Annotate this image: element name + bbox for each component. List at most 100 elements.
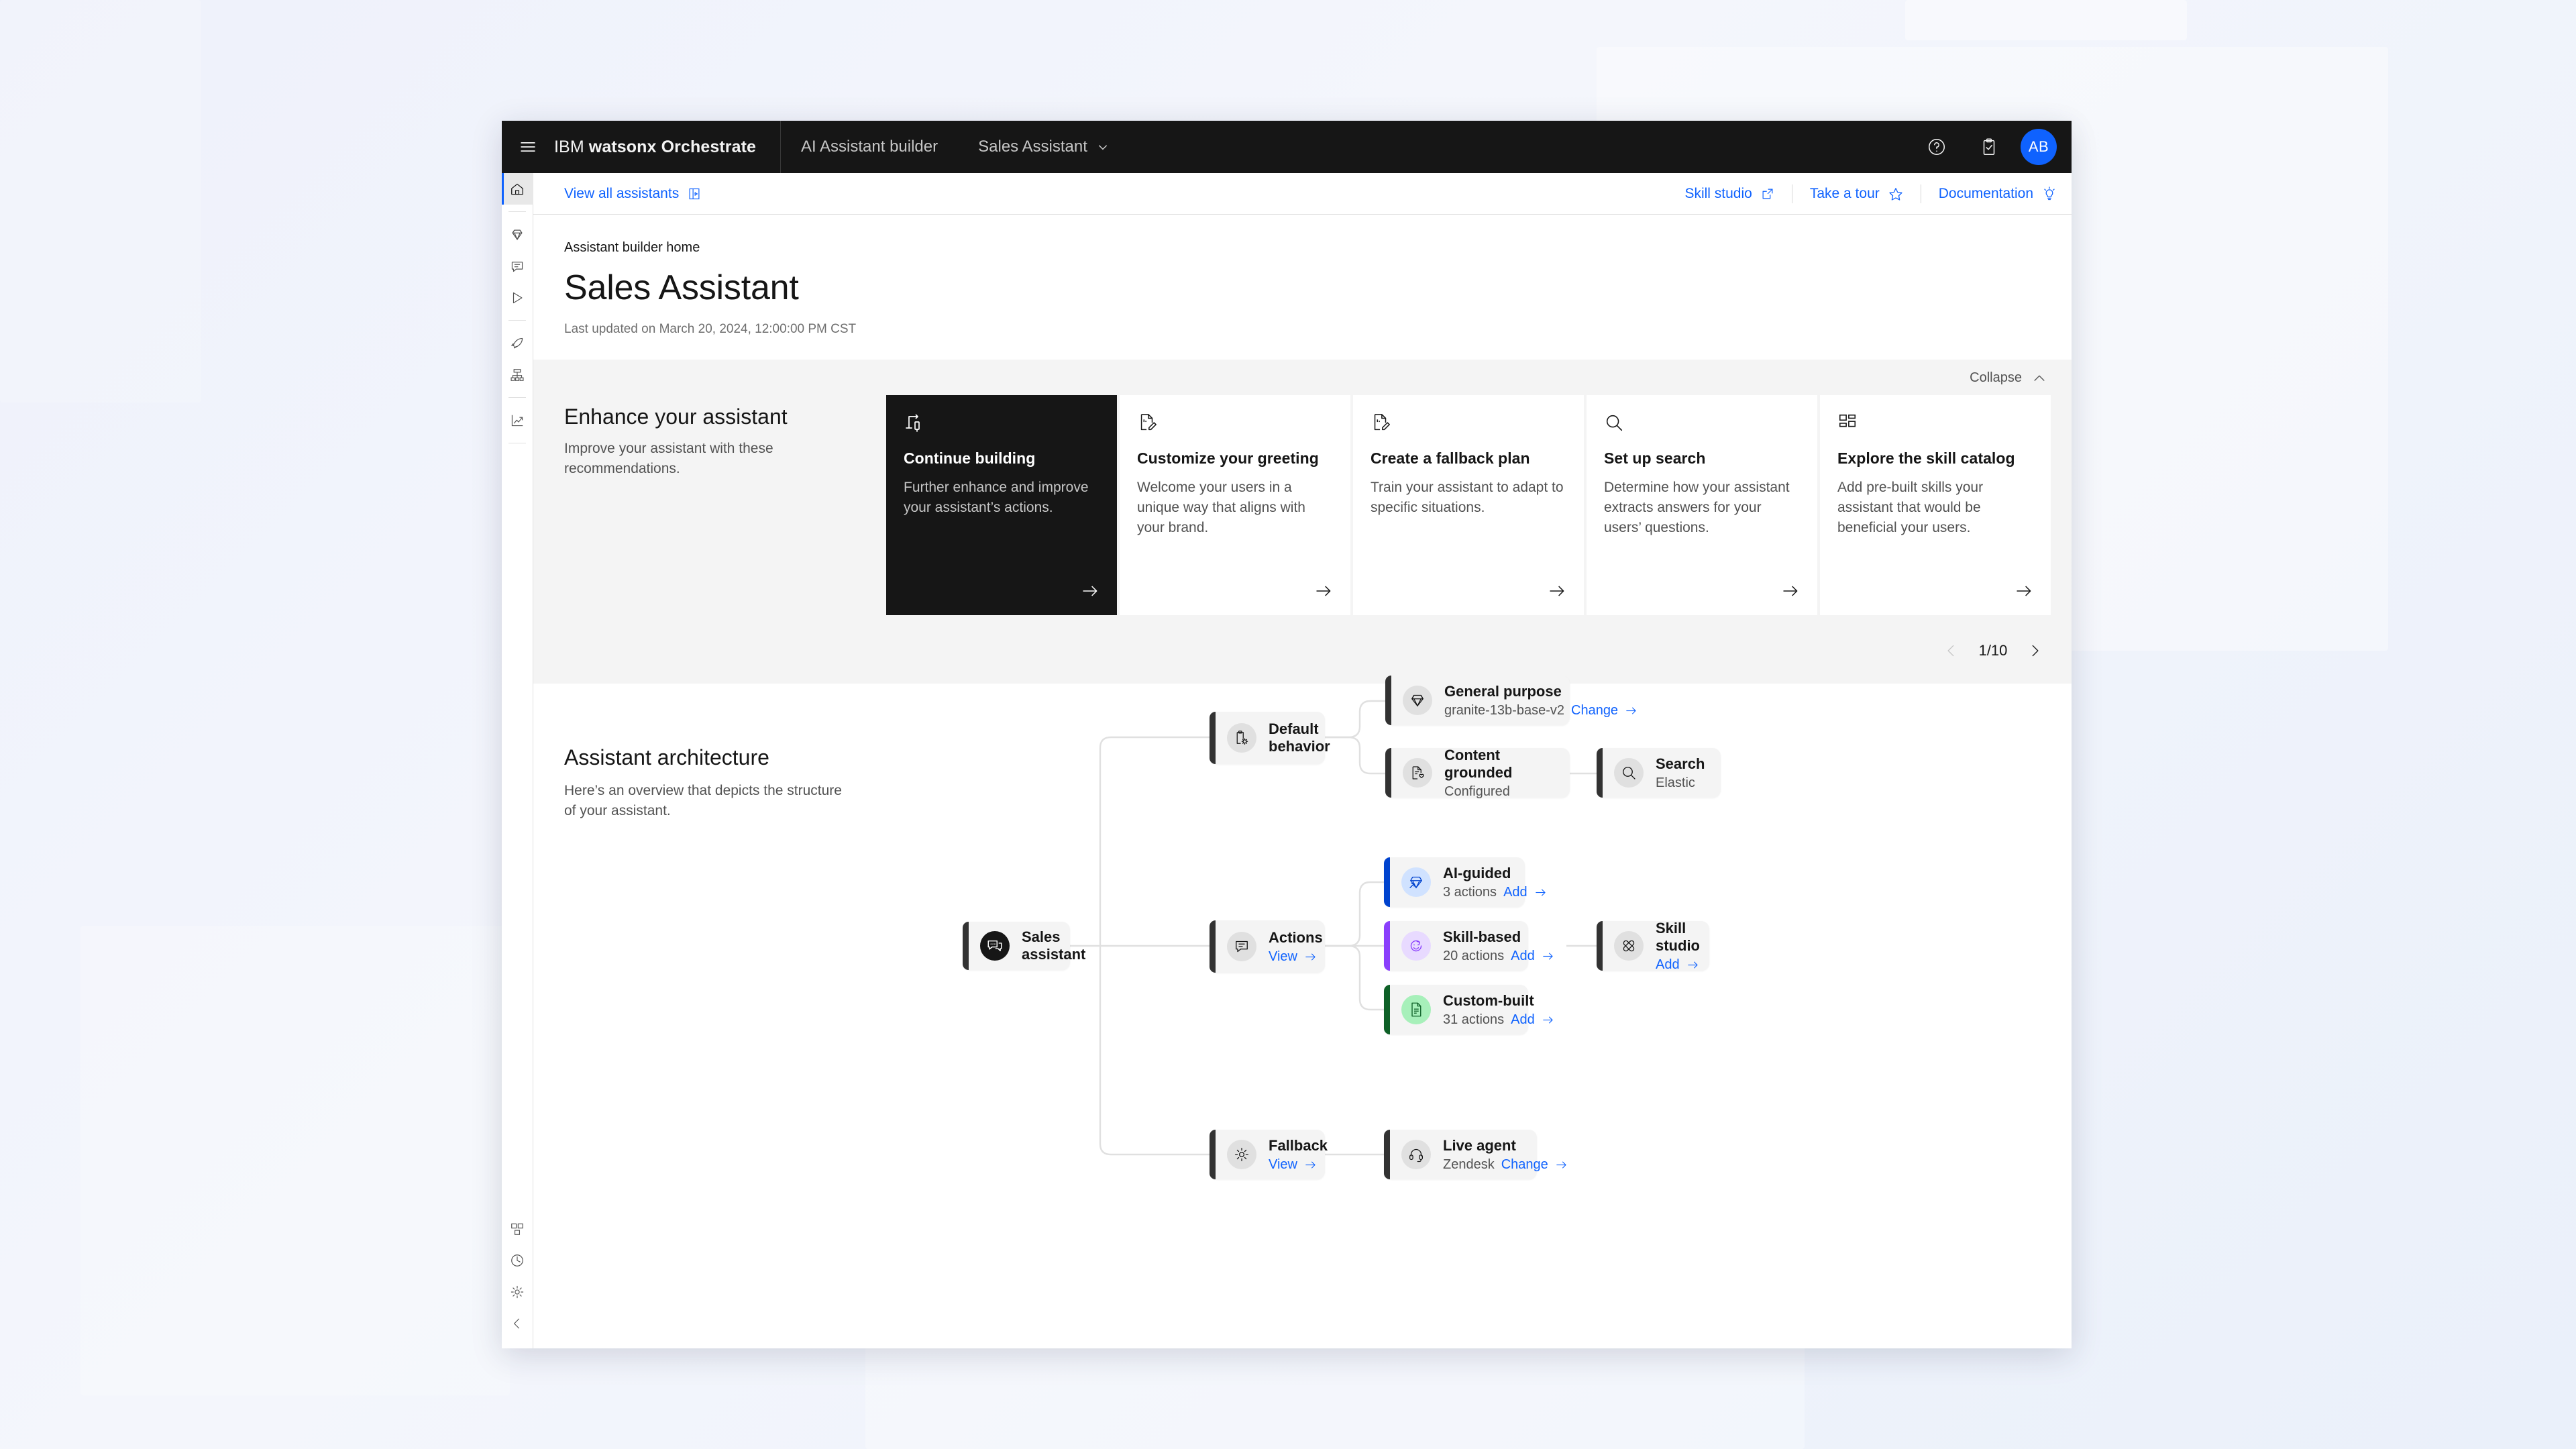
app-window: IBM watsonx Orchestrate AI Assistant bui…: [502, 121, 2072, 1348]
node-live-agent[interactable]: Live agent Zendesk Change: [1384, 1130, 1566, 1180]
node-ai-guided[interactable]: AI-guided 3 actions Add: [1384, 857, 1546, 908]
brand-prefix: IBM: [554, 137, 584, 156]
node-title: Fallback: [1269, 1136, 1328, 1154]
node-text: Live agent Zendesk Change: [1443, 1137, 1582, 1173]
enhance-your-assistant-panel: Collapse Enhance your assistant Improve …: [533, 360, 2072, 684]
node-content-grounded[interactable]: Content grounded Configured: [1385, 747, 1570, 800]
recommendation-card[interactable]: Continue building Further enhance and im…: [886, 395, 1117, 616]
help-circle-icon[interactable]: [1911, 121, 1963, 173]
node-custom-built[interactable]: Custom-built 31 actions Add: [1384, 985, 1553, 1035]
node-link-label: Add: [1511, 948, 1535, 963]
recommendation-card-title: Explore the skill catalog: [1837, 449, 2015, 468]
node-subtitle: 20 actions Add: [1443, 949, 1554, 964]
node-add-link[interactable]: Add: [1511, 1012, 1554, 1028]
sidebar-item-environments[interactable]: [502, 1213, 533, 1244]
enhance-inner: Enhance your assistant Improve your assi…: [533, 386, 2072, 616]
node-title: Default behavior: [1269, 720, 1330, 755]
sidebar-item-conversation[interactable]: [502, 250, 533, 282]
collapse-button[interactable]: Collapse: [1970, 370, 2046, 386]
arrow-right-icon[interactable]: [1371, 582, 1566, 600]
documentation-link[interactable]: Documentation: [1939, 186, 2057, 202]
skill-sync-icon: [1401, 931, 1431, 961]
node-default-behavior[interactable]: Default behavior: [1210, 712, 1330, 765]
sidebar-item-model[interactable]: [502, 219, 533, 250]
sidebar-item-history[interactable]: [502, 1244, 533, 1276]
node-actions[interactable]: Actions View: [1210, 920, 1325, 973]
skill-cross-icon: [1614, 931, 1644, 961]
sidebar-collapse-button[interactable]: [502, 1307, 533, 1339]
hamburger-menu-icon[interactable]: [502, 121, 554, 173]
node-text: Default behavior: [1269, 720, 1340, 757]
brand-name[interactable]: IBM watsonx Orchestrate: [554, 138, 780, 157]
skill-studio-link[interactable]: Skill studio: [1684, 186, 1774, 202]
arrow-right-icon[interactable]: [904, 582, 1099, 600]
sidebar-item-preview[interactable]: [502, 282, 533, 313]
carousel-prev-button[interactable]: [1936, 635, 1967, 666]
nav-ai-assistant-builder[interactable]: AI Assistant builder: [781, 121, 958, 173]
node-add-link[interactable]: Add: [1511, 949, 1554, 964]
node-add-link[interactable]: Add: [1503, 885, 1547, 900]
carousel-next-button[interactable]: [2019, 635, 2050, 666]
recommendation-card-description: Train your assistant to adapt to specifi…: [1371, 479, 1564, 515]
node-sales-assistant[interactable]: Sales assistant: [963, 922, 1085, 971]
avatar-initials: AB: [2028, 138, 2049, 155]
sidebar-item-integrate[interactable]: [502, 359, 533, 390]
node-subtitle: Elastic: [1656, 775, 1705, 791]
sidebar-item-settings[interactable]: [502, 1276, 533, 1307]
arrow-right-icon[interactable]: [1604, 582, 1800, 600]
sidebar-item-deploy[interactable]: [502, 327, 533, 359]
recommendation-card-title: Customize your greeting: [1137, 449, 1319, 468]
page-toolbar: View all assistants Skill studio Take a …: [533, 173, 2072, 215]
node-sub-value: 31 actions: [1443, 1012, 1505, 1027]
node-link-label: View: [1269, 1157, 1297, 1172]
recommendation-card[interactable]: Customize your greeting Welcome your use…: [1120, 395, 1350, 616]
node-skill-based[interactable]: Skill-based 20 actions Add: [1384, 921, 1553, 971]
chevron-up-icon: [2034, 375, 2045, 381]
lightbulb-idea-icon: [2044, 186, 2055, 200]
arrow-right-icon: [1687, 961, 1698, 969]
sidebar-item-analytics[interactable]: [502, 405, 533, 436]
clipboard-check-icon[interactable]: [1963, 121, 2015, 173]
node-sub-value: 3 actions: [1443, 884, 1497, 900]
gear-icon: [511, 1285, 524, 1298]
node-subtitle: Add: [1656, 957, 1700, 973]
node-change-link[interactable]: Change: [1571, 703, 1638, 718]
node-subtitle: Configured: [1444, 784, 1555, 800]
architecture-canvas: Sales assistant Default behavior General…: [533, 676, 2072, 1348]
enhance-description: Improve your assistant with these recomm…: [564, 441, 773, 477]
sidebar-item-home[interactable]: [502, 173, 533, 205]
take-a-tour-link[interactable]: Take a tour: [1810, 186, 1903, 202]
node-text: General purpose granite-13b-base-v2 Chan…: [1444, 683, 1652, 718]
node-change-link[interactable]: Change: [1501, 1157, 1568, 1173]
recommendation-card-title: Set up search: [1604, 449, 1706, 468]
recommendation-card[interactable]: Explore the skill catalog Add pre-built …: [1820, 395, 2051, 616]
node-search[interactable]: Search Elastic: [1597, 748, 1721, 798]
recommendation-card-strip[interactable]: Continue building Further enhance and im…: [886, 395, 2072, 616]
brand-product: watsonx Orchestrate: [588, 137, 757, 156]
node-view-link[interactable]: View: [1269, 949, 1317, 965]
arrow-right-icon[interactable]: [1837, 582, 2033, 600]
node-sub-value: Configured: [1444, 784, 1510, 800]
arrow-right-icon[interactable]: [1137, 582, 1333, 600]
node-fallback[interactable]: Fallback View: [1210, 1130, 1328, 1180]
breadcrumb[interactable]: Assistant builder home: [564, 240, 2041, 256]
node-title: Actions: [1269, 928, 1323, 946]
node-text: Search Elastic: [1656, 755, 1719, 791]
view-all-assistants-link[interactable]: View all assistants: [564, 186, 701, 202]
recommendation-card[interactable]: Create a fallback plan Train your assist…: [1353, 395, 1584, 616]
recommendation-card-title: Create a fallback plan: [1371, 449, 1530, 468]
launch-panel-icon: [689, 188, 700, 199]
node-add-link[interactable]: Add: [1656, 957, 1699, 973]
assistant-selector[interactable]: Sales Assistant: [958, 121, 1129, 173]
star-icon: [1889, 187, 1902, 201]
node-view-link[interactable]: View: [1269, 1157, 1317, 1173]
avatar[interactable]: AB: [2021, 129, 2057, 165]
recommendation-card[interactable]: Set up search Determine how your assista…: [1587, 395, 1817, 616]
node-general-purpose[interactable]: General purpose granite-13b-base-v2 Chan…: [1385, 676, 1636, 726]
document-heart-icon: [1403, 758, 1432, 788]
node-text: Actions View: [1269, 929, 1338, 965]
node-skill-studio[interactable]: Skill studio Add: [1597, 920, 1709, 973]
toolbar-right-group: Skill studio Take a tour Documentation: [1684, 184, 2072, 203]
assistant-chat-icon: [980, 931, 1010, 961]
node-title: AI-guided: [1443, 864, 1511, 881]
